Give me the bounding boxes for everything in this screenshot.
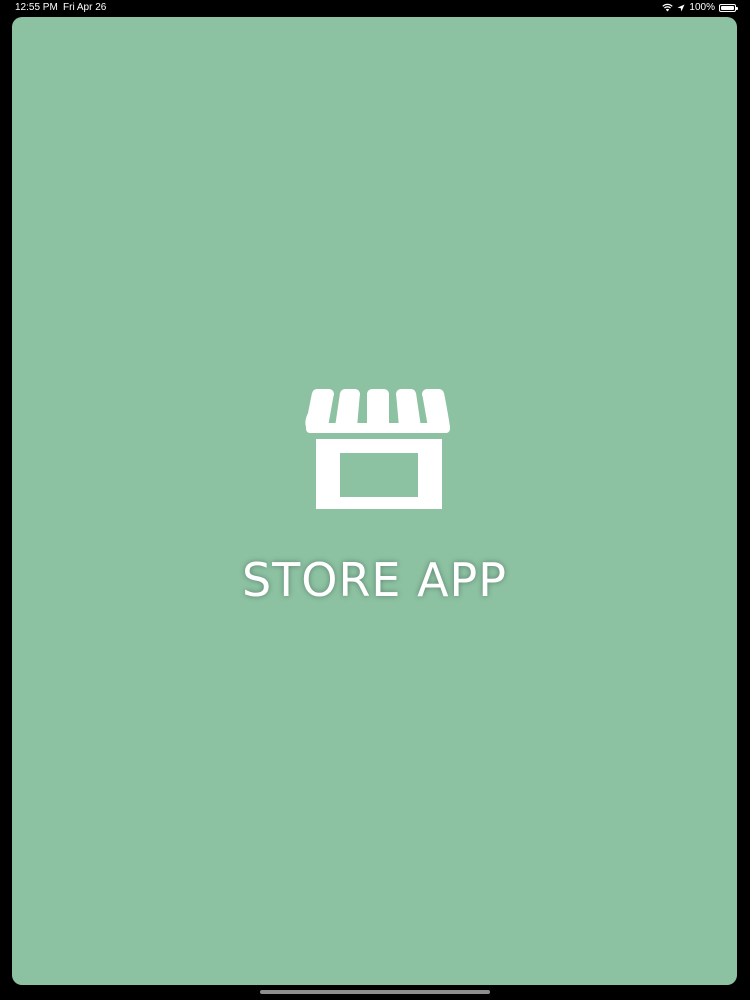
status-bar: 12:55 PM Fri Apr 26 100%: [0, 0, 750, 16]
splash-screen: STORE APP: [12, 17, 737, 985]
battery-level: [721, 5, 734, 10]
app-title: STORE APP: [241, 553, 508, 607]
battery-percentage: 100%: [689, 2, 715, 13]
battery-icon: [719, 3, 738, 12]
status-indicators: 100%: [662, 1, 738, 14]
wifi-icon: [662, 3, 674, 12]
battery-cap: [736, 6, 738, 10]
app-screen: STORE APP: [12, 17, 737, 985]
status-time: 12:55 PM: [15, 2, 58, 13]
storefront-icon: [305, 389, 450, 509]
location-icon: [677, 4, 685, 11]
status-date: Fri Apr 26: [63, 2, 107, 13]
home-indicator[interactable]: [260, 990, 490, 994]
